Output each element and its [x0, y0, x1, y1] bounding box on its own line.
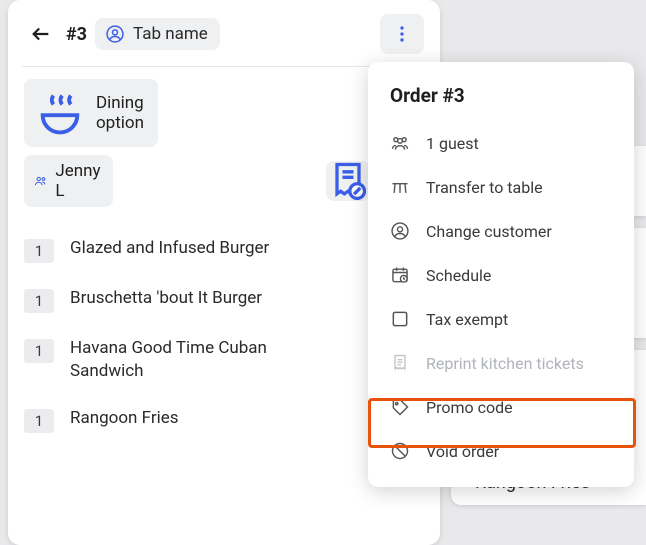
- menu-item-schedule[interactable]: Schedule: [368, 253, 634, 297]
- item-name: Rangoon Fries: [70, 407, 354, 430]
- dining-option-label: Dining option: [96, 93, 144, 133]
- menu-item-change-customer[interactable]: Change customer: [368, 209, 634, 253]
- server-pill[interactable]: Jenny L: [24, 155, 113, 207]
- menu-label: 1 guest: [426, 134, 479, 153]
- steam-bowl-icon: [34, 87, 86, 139]
- table-icon: [390, 177, 410, 197]
- back-arrow-icon[interactable]: [24, 20, 58, 48]
- receipt-icon: [390, 353, 410, 373]
- tab-name-pill[interactable]: Tab name: [95, 18, 220, 50]
- menu-item-reprint-tickets: Reprint kitchen tickets: [368, 341, 634, 385]
- menu-item-promo-code[interactable]: Promo code: [368, 385, 634, 429]
- order-actions-menu: Order #3 1 guest Transfer to table Chang…: [368, 62, 634, 487]
- people-icon: [34, 174, 47, 187]
- calendar-clock-icon: [390, 265, 410, 285]
- menu-label: Void order: [426, 442, 499, 461]
- dropdown-title: Order #3: [368, 80, 634, 121]
- menu-label: Transfer to table: [426, 178, 543, 197]
- server-name-label: Jenny L: [55, 161, 100, 201]
- item-qty: 1: [24, 339, 54, 363]
- more-vertical-icon: [391, 23, 413, 45]
- person-circle-icon: [390, 221, 410, 241]
- item-name: Glazed and Infused Burger: [70, 237, 354, 260]
- item-name: Havana Good Time Cuban Sandwich: [70, 337, 354, 383]
- checkbox-icon: [390, 309, 410, 329]
- menu-label: Promo code: [426, 398, 513, 417]
- receipt-discount-button[interactable]: [326, 161, 370, 201]
- item-name: Bruschetta 'bout It Burger: [70, 287, 354, 310]
- order-header: #3 Tab name: [8, 0, 440, 66]
- tab-name-label: Tab name: [133, 24, 208, 44]
- menu-item-guests[interactable]: 1 guest: [368, 121, 634, 165]
- receipt-discount-icon: [326, 159, 370, 203]
- dining-option-pill[interactable]: Dining option: [24, 79, 158, 147]
- menu-item-tax-exempt[interactable]: Tax exempt: [368, 297, 634, 341]
- overflow-menu-button[interactable]: [380, 14, 424, 54]
- person-circle-icon: [105, 24, 125, 44]
- menu-label: Tax exempt: [426, 310, 508, 329]
- menu-label: Reprint kitchen tickets: [426, 354, 584, 373]
- menu-item-void-order[interactable]: Void order: [368, 429, 634, 473]
- menu-label: Change customer: [426, 222, 552, 241]
- tag-icon: [390, 397, 410, 417]
- menu-label: Schedule: [426, 266, 491, 285]
- item-qty: 1: [24, 239, 54, 263]
- menu-item-transfer-table[interactable]: Transfer to table: [368, 165, 634, 209]
- item-qty: 1: [24, 289, 54, 313]
- guests-icon: [390, 133, 410, 153]
- item-qty: 1: [24, 409, 54, 433]
- order-number: #3: [66, 24, 87, 45]
- ban-icon: [390, 441, 410, 461]
